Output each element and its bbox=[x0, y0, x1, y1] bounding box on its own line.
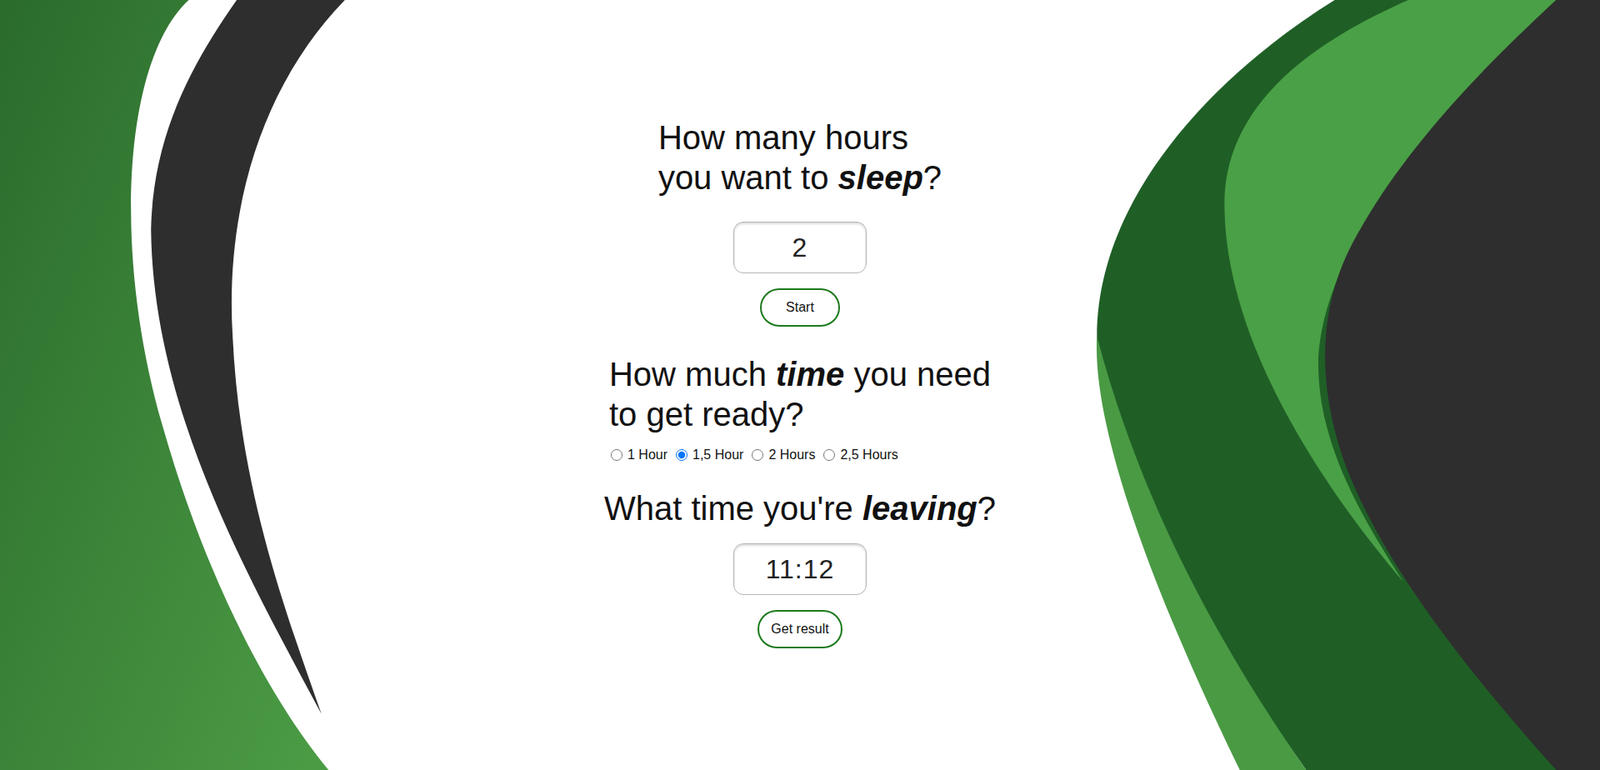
ready-option[interactable]: 1 Hour bbox=[610, 447, 668, 463]
leaving-time-input[interactable] bbox=[733, 543, 867, 595]
ready-options: 1 Hour 1,5 Hour 2 Hours 2,5 Hours bbox=[609, 447, 899, 463]
ready-option[interactable]: 2,5 Hours bbox=[823, 447, 898, 463]
radio-button[interactable] bbox=[823, 449, 835, 461]
form: How many hoursyou want to sleep? Start How… bbox=[0, 0, 1600, 649]
leaving-title: What time you're leaving? bbox=[604, 488, 996, 529]
option-label: 1,5 Hour bbox=[692, 447, 744, 463]
sleep-hours-input[interactable] bbox=[733, 221, 867, 274]
page: How many hoursyou want to sleep? Start How… bbox=[0, 0, 1600, 770]
get-result-button[interactable]: Get result bbox=[757, 610, 842, 649]
sleep-title: How many hoursyou want to sleep? bbox=[658, 117, 942, 198]
start-button[interactable]: Start bbox=[760, 288, 840, 327]
ready-option[interactable]: 2 Hours bbox=[751, 447, 815, 463]
option-label: 2 Hours bbox=[768, 447, 815, 463]
radio-button[interactable] bbox=[610, 449, 623, 461]
option-label: 2,5 Hours bbox=[840, 447, 898, 463]
ready-section: How much time you needto get ready? 1 Hou… bbox=[609, 354, 991, 463]
option-label: 1 Hour bbox=[627, 447, 668, 463]
ready-title: How much time you needto get ready? bbox=[609, 354, 991, 435]
ready-option[interactable]: 1,5 Hour bbox=[675, 447, 744, 463]
radio-button[interactable] bbox=[751, 449, 764, 461]
radio-button[interactable] bbox=[675, 449, 688, 461]
